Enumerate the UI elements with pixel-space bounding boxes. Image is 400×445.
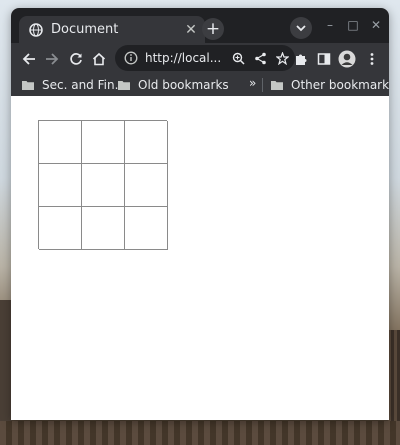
bookmark-folder-old-bookmarks[interactable]: Old bookmarks: [118, 77, 229, 93]
bookmark-folder-other-bookmarks[interactable]: Other bookmarks: [271, 77, 389, 93]
tab-title: Document: [51, 22, 119, 37]
page-content: [11, 96, 389, 420]
arrow-right-icon: [46, 53, 59, 65]
avatar: [338, 50, 356, 68]
home-icon: [92, 52, 106, 66]
extensions-button[interactable]: [291, 49, 311, 69]
more-vert-icon: [370, 53, 374, 65]
board-cell[interactable]: [82, 164, 125, 207]
tab-document[interactable]: Document ✕: [19, 16, 205, 43]
back-button[interactable]: [19, 49, 39, 69]
bookmarks-overflow-button[interactable]: »: [249, 76, 256, 90]
tic-tac-toe-board: [38, 120, 168, 250]
minimize-button[interactable]: –: [320, 16, 340, 34]
share-icon: [254, 52, 266, 64]
chevron-down-icon: [296, 25, 306, 32]
board-cell[interactable]: [82, 207, 125, 250]
bookmark-folder-sec-and-fin[interactable]: Sec. and Fin.: [22, 77, 118, 93]
close-window-button[interactable]: ✕: [366, 16, 386, 34]
board-cell[interactable]: [39, 164, 82, 207]
bookmark-star-button[interactable]: [273, 49, 291, 67]
tab-strip: Document ✕ + – □ ✕: [11, 8, 389, 43]
puzzle-icon: [296, 54, 307, 65]
desktop-background-ground: [0, 421, 400, 445]
side-panel-button[interactable]: [314, 49, 334, 69]
toolbar: http://local...: [11, 43, 389, 74]
tab-close-icon[interactable]: ✕: [183, 22, 199, 38]
bookmark-label: Sec. and Fin.: [42, 78, 119, 92]
home-button[interactable]: [89, 49, 109, 69]
menu-button[interactable]: [362, 49, 382, 69]
bookmarks-bar: Sec. and Fin. Old bookmarks » Other book…: [11, 74, 389, 96]
address-bar[interactable]: http://local...: [115, 45, 295, 71]
share-button[interactable]: [251, 49, 269, 67]
board-cell[interactable]: [39, 207, 82, 250]
reload-button[interactable]: [66, 49, 86, 69]
maximize-button[interactable]: □: [343, 16, 363, 34]
forward-button[interactable]: [42, 49, 62, 69]
zoom-icon: [232, 52, 245, 65]
folder-icon: [22, 81, 34, 90]
url-text[interactable]: http://local...: [145, 51, 229, 65]
star-icon: [275, 51, 289, 65]
profile-button[interactable]: [337, 49, 357, 69]
bookmark-label: Old bookmarks: [138, 78, 229, 92]
tab-search-button[interactable]: [290, 17, 312, 39]
browser-window: Document ✕ + – □ ✕ http://local... Sec. …: [11, 8, 389, 420]
reload-icon: [70, 53, 82, 65]
board-cell[interactable]: [82, 121, 125, 164]
board-cell[interactable]: [125, 164, 168, 207]
zoom-button[interactable]: [229, 49, 247, 67]
new-tab-button[interactable]: +: [202, 18, 224, 40]
globe-icon: [29, 22, 43, 37]
arrow-left-icon: [22, 53, 35, 65]
side-panel-icon: [317, 53, 331, 65]
bookmark-label: Other bookmarks: [291, 78, 389, 92]
bookmarks-divider: [262, 78, 263, 92]
folder-icon: [118, 81, 130, 90]
info-icon[interactable]: [124, 51, 138, 65]
board-cell[interactable]: [125, 121, 168, 164]
board-cell[interactable]: [39, 121, 82, 164]
folder-icon: [271, 81, 283, 90]
board-cell[interactable]: [125, 207, 168, 250]
